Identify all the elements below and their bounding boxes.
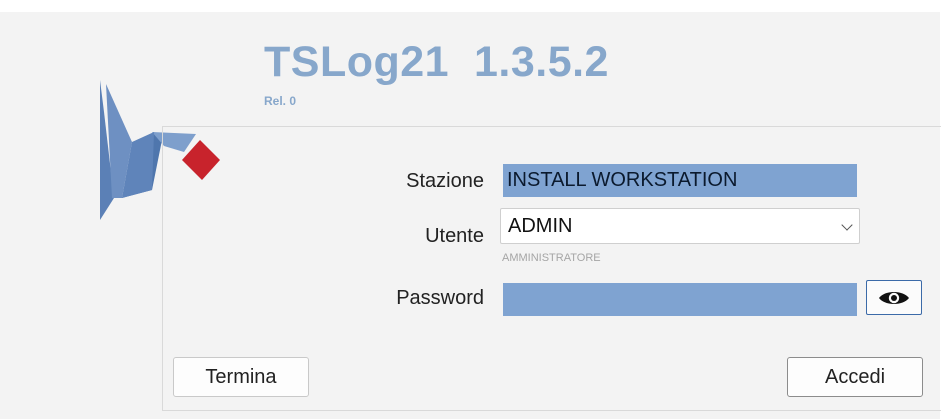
utente-value: ADMIN (508, 215, 573, 237)
password-label: Password (396, 287, 484, 309)
top-band (0, 0, 950, 12)
eye-icon (879, 291, 909, 304)
utente-label: Utente (425, 225, 484, 247)
accedi-button[interactable]: Accedi (787, 357, 923, 397)
stazione-label: Stazione (406, 170, 484, 192)
right-band (940, 0, 950, 419)
utente-role: AMMINISTRATORE (502, 252, 601, 264)
utente-select[interactable]: ADMIN (500, 208, 860, 244)
chevron-down-icon[interactable] (841, 219, 853, 231)
release-label: Rel. 0 (264, 94, 297, 108)
app-title: TSLog21 1.3.5.2 (264, 38, 609, 86)
login-window: TSLog21 1.3.5.2 Rel. 0 Stazione INSTALL … (0, 0, 950, 419)
show-password-button[interactable] (866, 280, 922, 315)
password-field[interactable] (503, 283, 857, 316)
termina-button[interactable]: Termina (173, 357, 309, 397)
stazione-field[interactable]: INSTALL WORKSTATION (503, 164, 857, 197)
